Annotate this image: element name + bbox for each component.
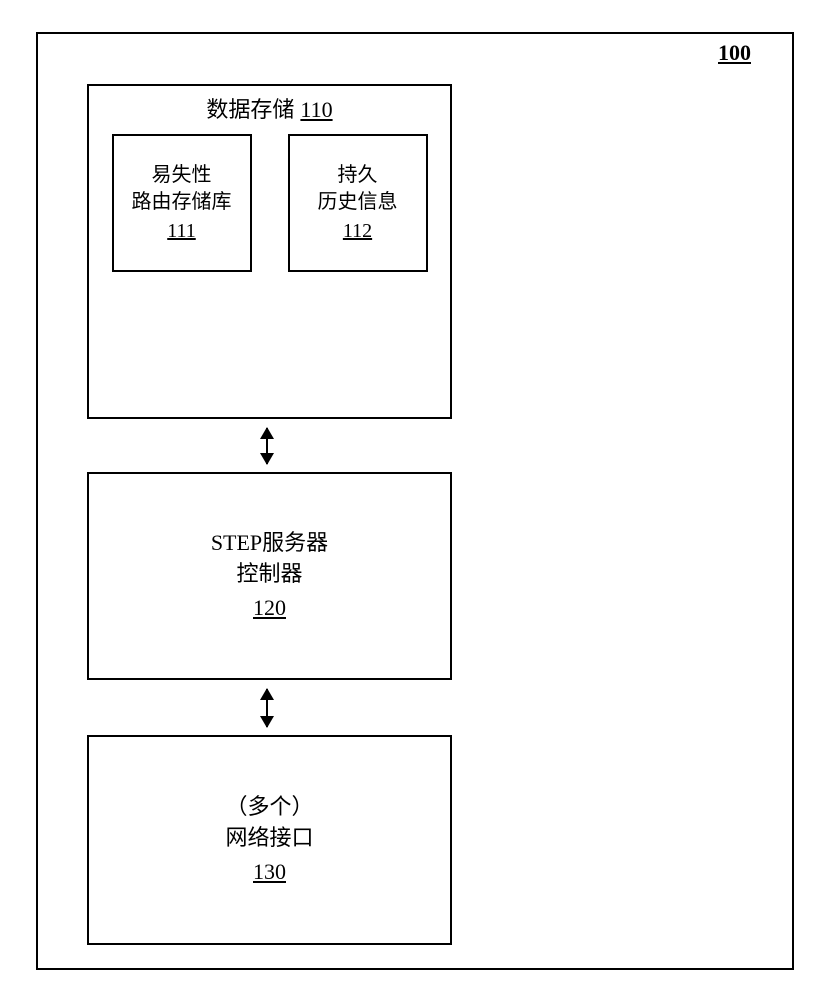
box-111-number: 111 bbox=[167, 218, 196, 245]
arrowhead-up-icon bbox=[260, 688, 274, 700]
box-120-line1: STEP服务器 bbox=[211, 528, 328, 559]
arrow-120-130 bbox=[266, 689, 268, 727]
box-112-line2: 历史信息 bbox=[318, 189, 398, 216]
persistent-history-box: 持久 历史信息 112 bbox=[288, 134, 428, 272]
box-120-number: 120 bbox=[253, 593, 286, 624]
box-110-title: 数据存储110 bbox=[206, 92, 332, 124]
arrowhead-up-icon bbox=[260, 427, 274, 439]
box-130-number: 130 bbox=[253, 857, 286, 888]
box-111-line2: 路由存储库 bbox=[132, 189, 232, 216]
data-storage-box: 数据存储110 易失性 路由存储库 111 持久 历史信息 112 bbox=[87, 84, 452, 419]
box-112-number: 112 bbox=[343, 218, 372, 245]
box-120-line2: 控制器 bbox=[236, 559, 302, 590]
box-110-title-text: 数据存储 bbox=[206, 97, 294, 122]
box-130-line2: 网络接口 bbox=[225, 823, 313, 854]
arrowhead-down-icon bbox=[260, 453, 274, 465]
arrow-110-120 bbox=[266, 428, 268, 464]
box-111-line1: 易失性 bbox=[152, 162, 212, 189]
box-112-line1: 持久 bbox=[338, 162, 378, 189]
step-server-controller-box: STEP服务器 控制器 120 bbox=[87, 472, 452, 680]
network-interfaces-box: （多个） 网络接口 130 bbox=[87, 735, 452, 945]
inner-boxes-row: 易失性 路由存储库 111 持久 历史信息 112 bbox=[89, 134, 450, 272]
volatile-route-store-box: 易失性 路由存储库 111 bbox=[112, 134, 252, 272]
arrowhead-down-icon bbox=[260, 716, 274, 728]
figure-number-label: 100 bbox=[718, 40, 751, 66]
box-110-number: 110 bbox=[300, 97, 332, 122]
box-130-line1: （多个） bbox=[225, 792, 313, 823]
